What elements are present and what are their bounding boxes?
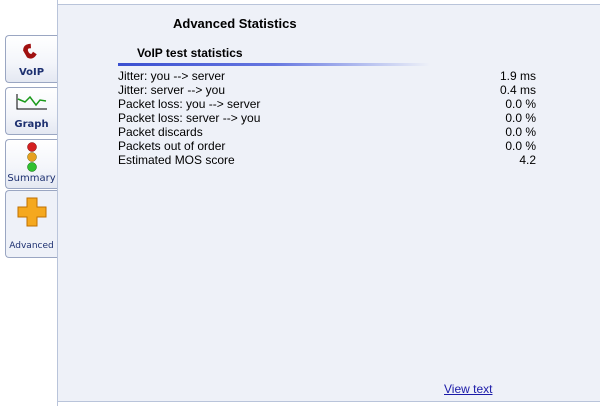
stats-list: Jitter: you --> server 1.9 ms Jitter: se… (118, 69, 536, 167)
stat-label: Packets out of order (118, 139, 226, 153)
phone-icon (21, 40, 43, 64)
tab-strip: VoIP Graph Summary Advanced (0, 0, 59, 406)
stat-value: 1.9 ms (499, 69, 536, 83)
stat-row-mos: Estimated MOS score 4.2 (118, 153, 536, 167)
stat-value: 0.0 % (505, 139, 536, 153)
tab-advanced[interactable]: Advanced (5, 190, 59, 258)
advanced-statistics-panel: Advanced Statistics VoIP test statistics… (57, 4, 600, 402)
tab-summary[interactable]: Summary (5, 139, 57, 189)
stat-value: 0.0 % (505, 125, 536, 139)
stat-value: 4.2 (519, 153, 536, 167)
page-title: Advanced Statistics (173, 16, 297, 31)
stat-row-out-of-order: Packets out of order 0.0 % (118, 139, 536, 153)
stat-label: Packet discards (118, 125, 203, 139)
traffic-light-icon (26, 142, 38, 176)
tab-voip[interactable]: VoIP (5, 35, 57, 83)
stat-label: Packet loss: you --> server (118, 97, 261, 111)
stat-row-jitter-up: Jitter: you --> server 1.9 ms (118, 69, 536, 83)
stat-label: Packet loss: server --> you (118, 111, 261, 125)
stat-row-jitter-down: Jitter: server --> you 0.4 ms (118, 83, 536, 97)
stat-value: 0.4 ms (499, 83, 536, 97)
section-title: VoIP test statistics (137, 46, 243, 60)
stat-value: 0.0 % (505, 111, 536, 125)
tab-graph[interactable]: Graph (5, 87, 57, 135)
stat-label: Estimated MOS score (118, 153, 235, 167)
graph-icon (16, 93, 48, 115)
tab-summary-label: Summary (7, 173, 56, 184)
stat-row-loss-up: Packet loss: you --> server 0.0 % (118, 97, 536, 111)
stat-row-discards: Packet discards 0.0 % (118, 125, 536, 139)
plus-icon (17, 197, 47, 231)
section-divider (118, 63, 430, 66)
tab-voip-label: VoIP (18, 67, 45, 78)
stat-row-loss-down: Packet loss: server --> you 0.0 % (118, 111, 536, 125)
tab-graph-label: Graph (14, 119, 49, 130)
stat-label: Jitter: you --> server (118, 69, 226, 83)
tab-advanced-label: Advanced (9, 241, 54, 251)
view-text-link[interactable]: View text (444, 382, 492, 396)
stat-label: Jitter: server --> you (118, 83, 226, 97)
stat-value: 0.0 % (505, 97, 536, 111)
